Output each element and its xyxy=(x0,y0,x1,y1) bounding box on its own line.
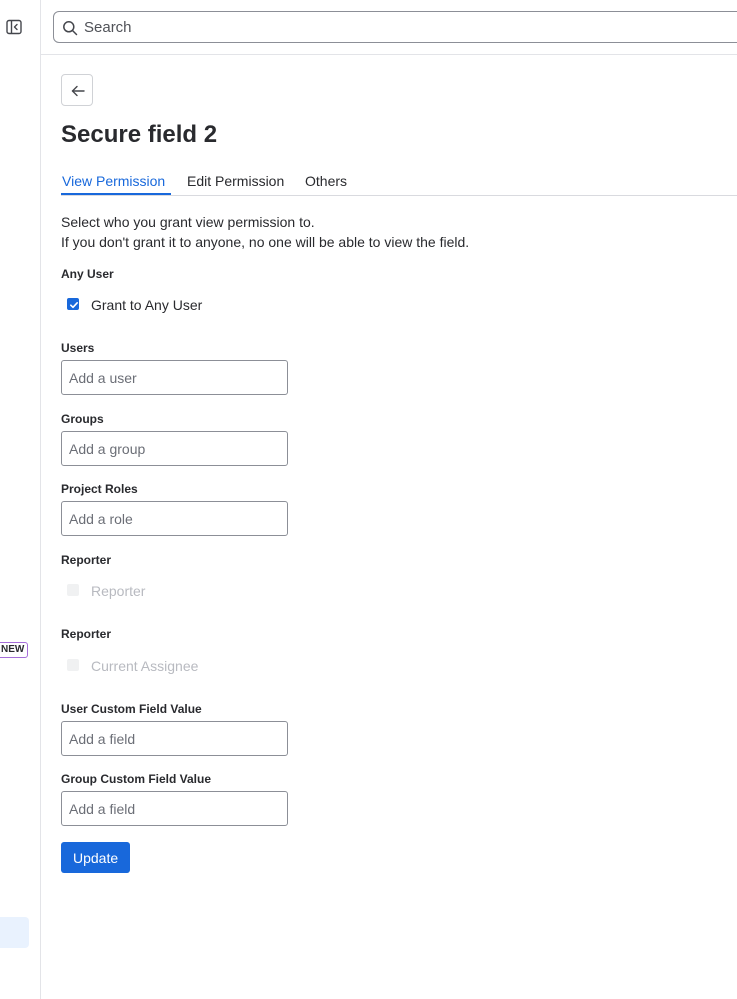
page-title: Secure field 2 xyxy=(61,121,218,148)
reporter-checkbox xyxy=(67,584,79,596)
groups-input[interactable] xyxy=(69,438,279,460)
active-tab-indicator xyxy=(61,193,171,195)
users-input[interactable] xyxy=(69,367,279,389)
new-badge: NEW xyxy=(0,642,29,658)
assignee-section-label: Reporter xyxy=(61,627,112,641)
project-roles-field[interactable] xyxy=(61,501,288,536)
any-user-label: Any User xyxy=(61,267,114,281)
group-custom-field-input[interactable] xyxy=(69,798,279,820)
project-roles-label: Project Roles xyxy=(61,482,138,496)
update-button[interactable]: Update xyxy=(61,842,131,873)
grant-any-user-label[interactable]: Grant to Any User xyxy=(91,295,202,315)
groups-field[interactable] xyxy=(61,431,288,466)
sidebar-toggle-icon[interactable] xyxy=(6,19,22,35)
search-box[interactable] xyxy=(53,11,737,43)
description-line-2: If you don't grant it to anyone, no one … xyxy=(61,234,470,250)
description: Select who you grant view permission to.… xyxy=(61,212,469,252)
group-custom-field[interactable] xyxy=(61,791,288,826)
app-root: NEW Secure field 2 View Permission Edi xyxy=(0,0,737,999)
check-icon xyxy=(69,301,78,309)
users-field[interactable] xyxy=(61,360,288,395)
users-label: Users xyxy=(61,341,95,355)
group-custom-field-label: Group Custom Field Value xyxy=(61,772,212,786)
tab-view-permission[interactable]: View Permission xyxy=(62,171,165,191)
top-bar xyxy=(41,0,737,55)
search-icon xyxy=(62,20,78,36)
reporter-label: Reporter xyxy=(61,553,112,567)
arrow-left-icon xyxy=(71,85,85,97)
description-line-1: Select who you grant view permission to. xyxy=(61,214,315,230)
project-roles-input[interactable] xyxy=(69,508,279,530)
groups-label: Groups xyxy=(61,412,104,426)
reporter-checkbox-label: Reporter xyxy=(91,583,146,599)
back-button[interactable] xyxy=(61,74,93,106)
user-custom-field-label: User Custom Field Value xyxy=(61,702,202,716)
tab-bar: View Permission Edit Permission Others xyxy=(61,169,737,196)
current-assignee-checkbox xyxy=(67,659,79,671)
search-input[interactable] xyxy=(84,15,724,39)
user-custom-field[interactable] xyxy=(61,721,288,756)
tab-others[interactable]: Others xyxy=(305,171,347,191)
sidebar-selected-item[interactable] xyxy=(0,917,29,948)
tab-edit-permission[interactable]: Edit Permission xyxy=(187,171,284,191)
current-assignee-label: Current Assignee xyxy=(91,658,199,674)
grant-any-user-checkbox[interactable] xyxy=(67,298,79,310)
sidebar: NEW xyxy=(0,0,41,999)
user-custom-field-input[interactable] xyxy=(69,728,279,750)
